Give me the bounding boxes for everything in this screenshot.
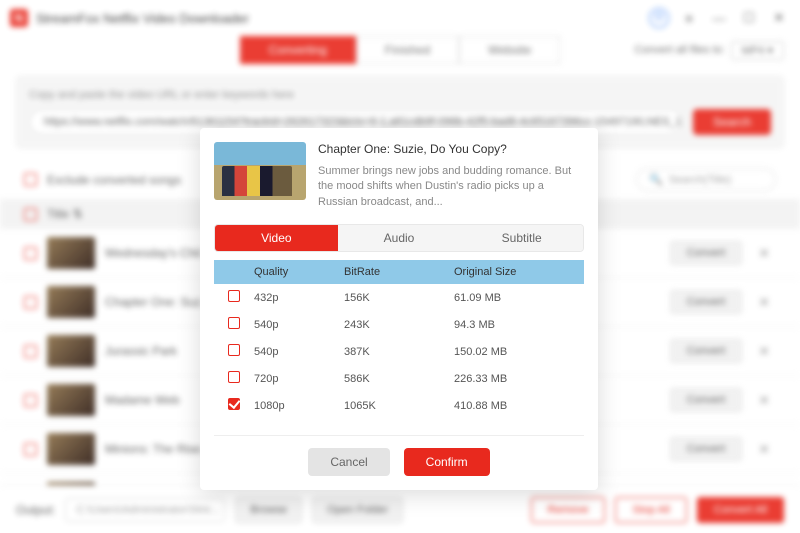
app-logo: N: [10, 9, 28, 27]
quality-value: 540p: [254, 346, 344, 358]
episode-description: Summer brings new jobs and budding roman…: [318, 164, 584, 210]
output-label: Output:: [16, 503, 55, 517]
size-value: 94.3 MB: [454, 319, 584, 331]
select-all-checkbox[interactable]: [24, 208, 37, 221]
user-icon[interactable]: [648, 7, 670, 29]
quality-row[interactable]: 1080p 1065K 410.88 MB: [214, 392, 584, 419]
segment-video[interactable]: Video: [215, 225, 338, 251]
format-select[interactable]: MP4 ▾: [731, 41, 784, 60]
search-input[interactable]: 🔍 Search(Title): [636, 168, 776, 191]
segment-subtitle[interactable]: Subtitle: [460, 225, 583, 251]
bitrate-value: 243K: [344, 319, 454, 331]
open-folder-button[interactable]: Open Folder: [312, 497, 403, 523]
menu-icon[interactable]: ≡: [678, 7, 700, 29]
quality-row[interactable]: 540p 387K 150.02 MB: [214, 338, 584, 365]
tab-converting[interactable]: Converting: [240, 36, 356, 64]
bitrate-value: 586K: [344, 373, 454, 385]
segment-audio[interactable]: Audio: [338, 225, 461, 251]
column-size: Original Size: [454, 266, 584, 278]
size-value: 410.88 MB: [454, 400, 584, 412]
convert-button[interactable]: Convert: [670, 241, 743, 265]
app-title: StreamFox Netflix Video Downloader: [36, 11, 249, 26]
column-title[interactable]: Title ⇅: [47, 207, 83, 221]
quality-modal: Chapter One: Suzie, Do You Copy? Summer …: [200, 128, 598, 490]
remove-button[interactable]: Remove: [531, 497, 606, 523]
quality-row[interactable]: 540p 243K 94.3 MB: [214, 311, 584, 338]
column-quality: Quality: [254, 266, 344, 278]
column-bitrate: BitRate: [344, 266, 454, 278]
url-hint: Copy and paste the video URL or enter ke…: [29, 89, 771, 101]
row-checkbox[interactable]: [24, 394, 37, 407]
video-thumbnail: [47, 433, 95, 465]
quality-checkbox[interactable]: [228, 290, 240, 302]
video-thumbnail: [47, 286, 95, 318]
remove-row-icon[interactable]: ✕: [752, 392, 776, 409]
tab-website[interactable]: Website: [459, 36, 560, 64]
close-icon[interactable]: ✕: [768, 7, 790, 29]
convert-button[interactable]: Convert: [670, 388, 743, 412]
size-value: 226.33 MB: [454, 373, 584, 385]
quality-checkbox[interactable]: [228, 317, 240, 329]
remove-row-icon[interactable]: ✕: [752, 294, 776, 311]
cancel-button[interactable]: Cancel: [308, 448, 389, 476]
maximize-icon[interactable]: ☐: [738, 7, 760, 29]
search-icon: 🔍: [649, 173, 663, 186]
minimize-icon[interactable]: —: [708, 7, 730, 29]
row-checkbox[interactable]: [24, 345, 37, 358]
convert-button[interactable]: Convert: [670, 339, 743, 363]
size-value: 150.02 MB: [454, 346, 584, 358]
quality-value: 540p: [254, 319, 344, 331]
episode-title: Chapter One: Suzie, Do You Copy?: [318, 142, 584, 156]
video-thumbnail: [47, 384, 95, 416]
exclude-label: Exclude converted songs: [47, 173, 181, 187]
remove-row-icon[interactable]: ✕: [752, 441, 776, 458]
bitrate-value: 156K: [344, 292, 454, 304]
convert-button[interactable]: Convert: [670, 290, 743, 314]
quality-row[interactable]: 720p 586K 226.33 MB: [214, 365, 584, 392]
row-checkbox[interactable]: [24, 247, 37, 260]
remove-row-icon[interactable]: ✕: [752, 245, 776, 262]
row-checkbox[interactable]: [24, 443, 37, 456]
exclude-checkbox[interactable]: [24, 173, 37, 186]
quality-checkbox[interactable]: [228, 398, 240, 410]
quality-value: 432p: [254, 292, 344, 304]
browse-button[interactable]: Browse: [235, 497, 302, 523]
row-checkbox[interactable]: [24, 296, 37, 309]
convert-button[interactable]: Convert: [670, 437, 743, 461]
quality-value: 1080p: [254, 400, 344, 412]
quality-value: 720p: [254, 373, 344, 385]
output-path[interactable]: C:\Users\Administrator\Stre...: [65, 498, 225, 522]
size-value: 61.09 MB: [454, 292, 584, 304]
episode-thumbnail: [214, 142, 306, 200]
quality-row[interactable]: 432p 156K 61.09 MB: [214, 284, 584, 311]
video-thumbnail: [47, 237, 95, 269]
convert-all-button[interactable]: Convert All: [697, 497, 784, 523]
remove-row-icon[interactable]: ✕: [752, 343, 776, 360]
convert-all-label: Convert all files to:: [634, 44, 724, 56]
search-button[interactable]: Search: [693, 109, 771, 135]
stop-all-button[interactable]: Stop All: [615, 497, 686, 523]
tab-finished[interactable]: Finished: [356, 36, 459, 64]
bitrate-value: 1065K: [344, 400, 454, 412]
quality-checkbox[interactable]: [228, 344, 240, 356]
confirm-button[interactable]: Confirm: [404, 448, 490, 476]
quality-checkbox[interactable]: [228, 371, 240, 383]
bitrate-value: 387K: [344, 346, 454, 358]
video-thumbnail: [47, 335, 95, 367]
